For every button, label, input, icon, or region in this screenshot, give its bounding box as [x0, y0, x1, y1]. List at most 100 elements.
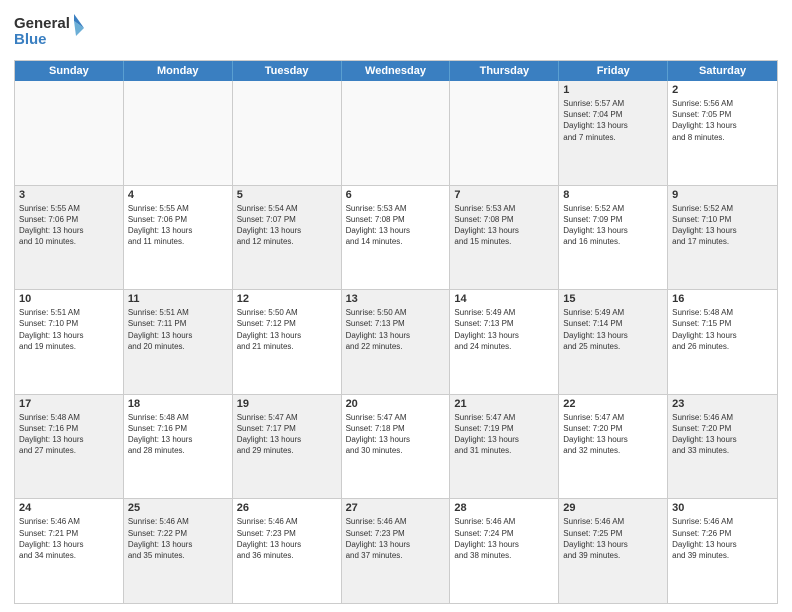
cell-detail: Sunrise: 5:50 AM Sunset: 7:13 PM Dayligh… — [346, 307, 446, 352]
cell-detail: Sunrise: 5:46 AM Sunset: 7:23 PM Dayligh… — [346, 516, 446, 561]
calendar-cell — [15, 81, 124, 185]
calendar-cell: 6 Sunrise: 5:53 AM Sunset: 7:08 PM Daylig… — [342, 186, 451, 290]
calendar-cell: 13Sunrise: 5:50 AM Sunset: 7:13 PM Dayli… — [342, 290, 451, 394]
header-day-tuesday: Tuesday — [233, 61, 342, 81]
day-number: 3 — [19, 189, 119, 201]
calendar-cell — [450, 81, 559, 185]
cell-detail: Sunrise: 5:46 AM Sunset: 7:21 PM Dayligh… — [19, 516, 119, 561]
calendar-week-5: 24 Sunrise: 5:46 AM Sunset: 7:21 PM Dayli… — [15, 498, 777, 603]
calendar-cell: 17 Sunrise: 5:48 AM Sunset: 7:16 PM Dayli… — [15, 395, 124, 499]
day-number: 8 — [563, 189, 663, 201]
header-day-thursday: Thursday — [450, 61, 559, 81]
cell-detail: Sunrise: 5:51 AM Sunset: 7:11 PM Dayligh… — [128, 307, 228, 352]
calendar-cell: 27 Sunrise: 5:46 AM Sunset: 7:23 PM Dayli… — [342, 499, 451, 603]
day-number: 28 — [454, 502, 554, 514]
calendar-week-2: 3 Sunrise: 5:55 AM Sunset: 7:06 PM Daylig… — [15, 185, 777, 290]
header-day-friday: Friday — [559, 61, 668, 81]
calendar-cell: 9 Sunrise: 5:52 AM Sunset: 7:10 PM Daylig… — [668, 186, 777, 290]
calendar-week-3: 10Sunrise: 5:51 AM Sunset: 7:10 PM Dayli… — [15, 289, 777, 394]
day-number: 26 — [237, 502, 337, 514]
calendar-body: 1 Sunrise: 5:57 AM Sunset: 7:04 PM Daylig… — [15, 81, 777, 603]
cell-detail: Sunrise: 5:46 AM Sunset: 7:22 PM Dayligh… — [128, 516, 228, 561]
cell-detail: Sunrise: 5:46 AM Sunset: 7:20 PM Dayligh… — [672, 412, 773, 457]
day-number: 10 — [19, 293, 119, 305]
calendar-cell: 5Sunrise: 5:54 AM Sunset: 7:07 PM Daylig… — [233, 186, 342, 290]
calendar-cell: 1 Sunrise: 5:57 AM Sunset: 7:04 PM Daylig… — [559, 81, 668, 185]
day-number: 27 — [346, 502, 446, 514]
day-number: 22 — [563, 398, 663, 410]
calendar-cell: 11 Sunrise: 5:51 AM Sunset: 7:11 PM Dayli… — [124, 290, 233, 394]
calendar-cell: 24 Sunrise: 5:46 AM Sunset: 7:21 PM Dayli… — [15, 499, 124, 603]
page: General Blue SundayMondayTuesdayWednesda… — [0, 0, 792, 612]
day-number: 12 — [237, 293, 337, 305]
logo-svg: General Blue — [14, 10, 84, 54]
calendar-cell — [233, 81, 342, 185]
cell-detail: Sunrise: 5:49 AM Sunset: 7:13 PM Dayligh… — [454, 307, 554, 352]
day-number: 7 — [454, 189, 554, 201]
calendar-week-1: 1 Sunrise: 5:57 AM Sunset: 7:04 PM Daylig… — [15, 81, 777, 185]
cell-detail: Sunrise: 5:47 AM Sunset: 7:19 PM Dayligh… — [454, 412, 554, 457]
header-day-monday: Monday — [124, 61, 233, 81]
cell-detail: Sunrise: 5:48 AM Sunset: 7:16 PM Dayligh… — [128, 412, 228, 457]
calendar-cell: 4 Sunrise: 5:55 AM Sunset: 7:06 PM Daylig… — [124, 186, 233, 290]
svg-text:General: General — [14, 15, 70, 32]
calendar-cell: 2Sunrise: 5:56 AM Sunset: 7:05 PM Daylig… — [668, 81, 777, 185]
calendar-cell: 19 Sunrise: 5:47 AM Sunset: 7:17 PM Dayli… — [233, 395, 342, 499]
calendar-cell: 26 Sunrise: 5:46 AM Sunset: 7:23 PM Dayli… — [233, 499, 342, 603]
calendar-cell: 8 Sunrise: 5:52 AM Sunset: 7:09 PM Daylig… — [559, 186, 668, 290]
day-number: 9 — [672, 189, 773, 201]
cell-detail: Sunrise: 5:57 AM Sunset: 7:04 PM Dayligh… — [563, 98, 663, 143]
day-number: 21 — [454, 398, 554, 410]
calendar-cell: 29Sunrise: 5:46 AM Sunset: 7:25 PM Dayli… — [559, 499, 668, 603]
day-number: 6 — [346, 189, 446, 201]
cell-detail: Sunrise: 5:47 AM Sunset: 7:17 PM Dayligh… — [237, 412, 337, 457]
calendar-week-4: 17 Sunrise: 5:48 AM Sunset: 7:16 PM Dayli… — [15, 394, 777, 499]
svg-text:Blue: Blue — [14, 31, 47, 48]
logo: General Blue — [14, 10, 84, 54]
day-number: 24 — [19, 502, 119, 514]
calendar-cell: 3 Sunrise: 5:55 AM Sunset: 7:06 PM Daylig… — [15, 186, 124, 290]
day-number: 19 — [237, 398, 337, 410]
cell-detail: Sunrise: 5:47 AM Sunset: 7:18 PM Dayligh… — [346, 412, 446, 457]
day-number: 29 — [563, 502, 663, 514]
cell-detail: Sunrise: 5:55 AM Sunset: 7:06 PM Dayligh… — [128, 203, 228, 248]
cell-detail: Sunrise: 5:47 AM Sunset: 7:20 PM Dayligh… — [563, 412, 663, 457]
day-number: 14 — [454, 293, 554, 305]
header-day-wednesday: Wednesday — [342, 61, 451, 81]
calendar-cell: 23 Sunrise: 5:46 AM Sunset: 7:20 PM Dayli… — [668, 395, 777, 499]
cell-detail: Sunrise: 5:46 AM Sunset: 7:24 PM Dayligh… — [454, 516, 554, 561]
day-number: 5 — [237, 189, 337, 201]
cell-detail: Sunrise: 5:49 AM Sunset: 7:14 PM Dayligh… — [563, 307, 663, 352]
cell-detail: Sunrise: 5:52 AM Sunset: 7:10 PM Dayligh… — [672, 203, 773, 248]
calendar-cell: 14 Sunrise: 5:49 AM Sunset: 7:13 PM Dayli… — [450, 290, 559, 394]
calendar-cell: 25 Sunrise: 5:46 AM Sunset: 7:22 PM Dayli… — [124, 499, 233, 603]
day-number: 20 — [346, 398, 446, 410]
day-number: 11 — [128, 293, 228, 305]
cell-detail: Sunrise: 5:52 AM Sunset: 7:09 PM Dayligh… — [563, 203, 663, 248]
day-number: 4 — [128, 189, 228, 201]
day-number: 18 — [128, 398, 228, 410]
day-number: 15 — [563, 293, 663, 305]
day-number: 1 — [563, 84, 663, 96]
calendar-cell — [124, 81, 233, 185]
cell-detail: Sunrise: 5:56 AM Sunset: 7:05 PM Dayligh… — [672, 98, 773, 143]
day-number: 25 — [128, 502, 228, 514]
cell-detail: Sunrise: 5:55 AM Sunset: 7:06 PM Dayligh… — [19, 203, 119, 248]
cell-detail: Sunrise: 5:53 AM Sunset: 7:08 PM Dayligh… — [454, 203, 554, 248]
calendar-cell: 16Sunrise: 5:48 AM Sunset: 7:15 PM Dayli… — [668, 290, 777, 394]
calendar-cell: 28 Sunrise: 5:46 AM Sunset: 7:24 PM Dayli… — [450, 499, 559, 603]
cell-detail: Sunrise: 5:46 AM Sunset: 7:23 PM Dayligh… — [237, 516, 337, 561]
day-number: 23 — [672, 398, 773, 410]
cell-detail: Sunrise: 5:53 AM Sunset: 7:08 PM Dayligh… — [346, 203, 446, 248]
calendar-cell: 20 Sunrise: 5:47 AM Sunset: 7:18 PM Dayli… — [342, 395, 451, 499]
calendar-cell: 30Sunrise: 5:46 AM Sunset: 7:26 PM Dayli… — [668, 499, 777, 603]
header: General Blue — [14, 10, 778, 54]
cell-detail: Sunrise: 5:48 AM Sunset: 7:15 PM Dayligh… — [672, 307, 773, 352]
calendar: SundayMondayTuesdayWednesdayThursdayFrid… — [14, 60, 778, 604]
day-number: 30 — [672, 502, 773, 514]
cell-detail: Sunrise: 5:48 AM Sunset: 7:16 PM Dayligh… — [19, 412, 119, 457]
header-day-sunday: Sunday — [15, 61, 124, 81]
cell-detail: Sunrise: 5:50 AM Sunset: 7:12 PM Dayligh… — [237, 307, 337, 352]
day-number: 17 — [19, 398, 119, 410]
calendar-cell: 18 Sunrise: 5:48 AM Sunset: 7:16 PM Dayli… — [124, 395, 233, 499]
